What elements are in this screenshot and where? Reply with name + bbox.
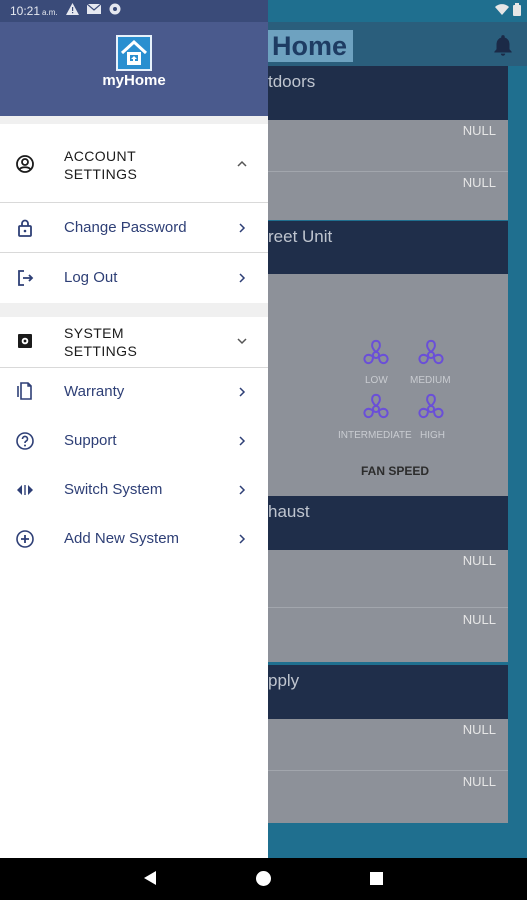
fan-speed-card: LOW MEDIUM INTERMEDIATE HIGH FAN SPEED	[268, 274, 508, 496]
menu-item-change-password[interactable]: Change Password	[0, 203, 268, 252]
chevron-right-icon	[239, 534, 246, 544]
app-name: myHome	[102, 72, 166, 89]
fan-level-label: INTERMEDIATE	[338, 430, 412, 441]
menu-item-label: Warranty	[64, 383, 125, 400]
section-card-supply: NULL NULL	[268, 719, 508, 823]
menu-item-label: Change Password	[64, 219, 187, 236]
chevron-right-icon	[239, 387, 246, 397]
system-settings-icon	[18, 334, 32, 348]
back-triangle-icon[interactable]	[143, 870, 157, 886]
fan-level-label: HIGH	[420, 430, 445, 441]
menu-item-label: Support	[64, 432, 117, 449]
section-card-outdoors: NULL NULL	[268, 120, 508, 220]
chevron-right-icon	[239, 436, 246, 446]
data-row: NULL	[268, 120, 508, 172]
menu-item-support[interactable]: Support	[0, 416, 268, 465]
value-text: NULL	[462, 123, 496, 138]
warning-icon	[66, 3, 79, 15]
status-icons-right	[495, 3, 521, 16]
section-title: reet Unit	[268, 227, 333, 246]
logout-icon	[18, 270, 34, 286]
section-header-exhaust: haust	[268, 496, 508, 550]
value-text: NULL	[462, 722, 496, 737]
data-row: NULL	[268, 608, 508, 662]
value-text: NULL	[462, 612, 496, 627]
section-card-exhaust: NULL NULL	[268, 550, 508, 662]
data-row: NULL	[268, 172, 508, 220]
switch-arrows-icon	[17, 485, 33, 495]
section-header-street-unit: reet Unit	[268, 221, 508, 274]
help-circle-icon	[16, 432, 34, 450]
section-title: tdoors	[268, 72, 316, 91]
menu-item-switch-system[interactable]: Switch System	[0, 465, 268, 514]
data-row: NULL	[268, 719, 508, 771]
account-circle-icon	[16, 155, 34, 173]
house-icon	[120, 39, 148, 65]
menu-item-label: Switch System	[64, 481, 163, 498]
add-circle-icon	[16, 530, 34, 548]
documents-icon	[17, 382, 32, 400]
account-settings-header[interactable]: ACCOUNT SETTINGS	[0, 124, 268, 202]
value-text: NULL	[462, 175, 496, 190]
notification-bell-icon[interactable]	[490, 32, 516, 60]
account-settings-title: ACCOUNT SETTINGS	[64, 148, 138, 182]
wifi-icon	[495, 3, 509, 15]
chevron-down-icon	[237, 338, 247, 345]
chevron-right-icon	[239, 223, 246, 233]
home-circle-icon[interactable]	[256, 871, 271, 886]
system-settings-title: SYSTEM SETTINGS	[64, 325, 138, 359]
recent-apps-square-icon[interactable]	[370, 872, 383, 885]
fan-medium-icon[interactable]	[414, 338, 448, 372]
menu-item-log-out[interactable]: Log Out	[0, 253, 268, 302]
fan-level-label: LOW	[365, 375, 388, 386]
value-text: NULL	[462, 553, 496, 568]
section-header-supply: pply	[268, 665, 508, 719]
section-title: pply	[268, 671, 300, 690]
status-notification-icons	[66, 3, 121, 15]
battery-icon	[513, 3, 521, 16]
lock-icon	[18, 219, 32, 237]
menu-item-warranty[interactable]: Warranty	[0, 367, 268, 416]
section-title: haust	[268, 502, 310, 521]
data-row: NULL	[268, 771, 508, 823]
group-divider	[0, 303, 268, 317]
drawer-header: myHome	[0, 22, 268, 116]
fan-low-icon[interactable]	[359, 338, 393, 372]
status-time: 10:21 a.m.	[10, 4, 58, 18]
status-bar: 10:21 a.m.	[0, 0, 268, 22]
fan-high-icon[interactable]	[414, 392, 448, 426]
fan-speed-caption: FAN SPEED	[361, 464, 430, 478]
fan-intermediate-icon[interactable]	[359, 392, 393, 426]
app-logo-text: Home	[266, 30, 354, 62]
mail-icon	[87, 3, 101, 14]
navigation-drawer: myHome ACCOUNT SETTINGS Change Password	[0, 22, 268, 858]
menu-item-label: Log Out	[64, 269, 118, 286]
menu-item-add-new-system[interactable]: Add New System	[0, 514, 268, 563]
fan-level-label: MEDIUM	[410, 375, 451, 386]
system-navigation-bar	[0, 858, 527, 900]
chevron-up-icon	[237, 160, 247, 167]
system-settings-header[interactable]: SYSTEM SETTINGS	[0, 317, 268, 367]
settings-gear-icon	[109, 3, 121, 15]
value-text: NULL	[462, 774, 496, 789]
app-logo-icon	[116, 35, 152, 71]
header-divider	[0, 116, 268, 124]
data-row: NULL	[268, 550, 508, 608]
menu-item-label: Add New System	[64, 530, 180, 547]
chevron-right-icon	[239, 273, 246, 283]
section-header-outdoors: tdoors	[268, 66, 508, 120]
chevron-right-icon	[239, 485, 246, 495]
